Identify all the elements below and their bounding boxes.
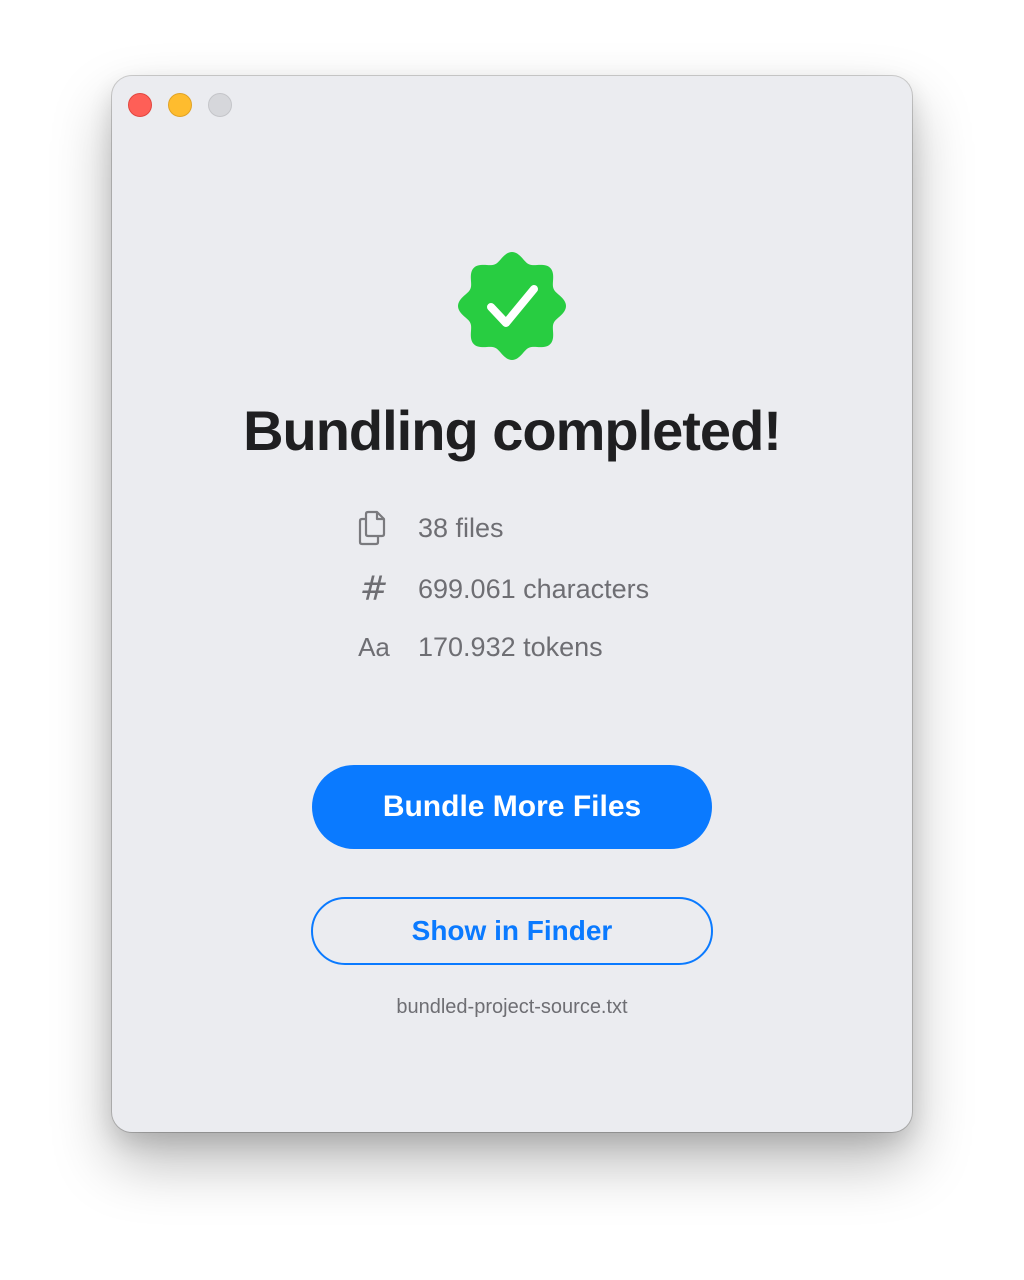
number-sign-icon: # (359, 569, 389, 609)
show-in-finder-button[interactable]: Show in Finder (311, 897, 713, 965)
characters-count: 699.061 characters (418, 573, 650, 604)
page-title: Bundling completed! (243, 399, 782, 462)
documents-icon (354, 508, 394, 548)
zoom-window-button[interactable] (208, 93, 232, 117)
output-filename: bundled-project-source.txt (396, 996, 628, 1018)
checkmark-seal-icon (458, 252, 566, 360)
bundle-more-files-button[interactable]: Bundle More Files (312, 765, 712, 849)
window-controls (128, 93, 232, 117)
app-window: Bundling completed! 38 files # 699.061 c… (112, 76, 912, 1132)
stat-files: 38 files (354, 508, 774, 548)
close-window-button[interactable] (128, 93, 152, 117)
files-count: 38 files (418, 512, 504, 543)
stat-tokens: Aa 170.932 tokens (354, 627, 774, 667)
minimize-window-button[interactable] (168, 93, 192, 117)
text-format-icon: Aa (358, 631, 390, 662)
tokens-count: 170.932 tokens (418, 631, 603, 662)
stat-characters: # 699.061 characters (354, 569, 774, 609)
